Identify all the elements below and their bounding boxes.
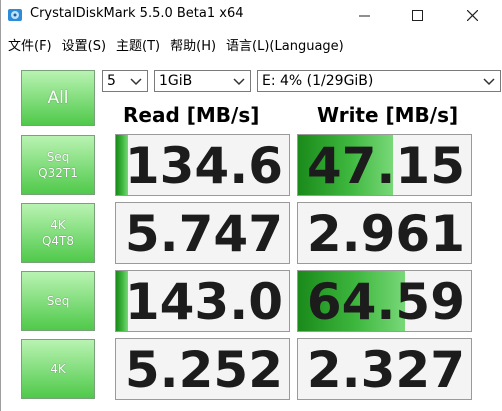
drive-value: E: 4% (1/29GiB) xyxy=(262,73,374,89)
chevron-down-icon xyxy=(483,78,495,86)
window-title: CrystalDiskMark 5.5.0 Beta1 x64 xyxy=(30,6,244,21)
close-button[interactable] xyxy=(449,0,495,31)
maximize-button[interactable] xyxy=(394,0,440,31)
read-result-value: 143.0 xyxy=(124,273,283,331)
menu-help[interactable]: 帮助(H) xyxy=(167,35,219,54)
read-result-cell: 5.747 xyxy=(115,202,290,264)
write-header: Write [MB/s] xyxy=(317,103,459,127)
row-label-line1: 4K xyxy=(50,362,66,376)
read-result-cell: 134.6 xyxy=(115,134,290,196)
maximize-icon xyxy=(411,10,423,21)
minimize-button[interactable] xyxy=(341,0,387,31)
write-result-value: 47.15 xyxy=(306,137,465,195)
test-count-select[interactable]: 5 xyxy=(102,70,148,92)
4k-q4t8-button[interactable]: 4K Q4T8 xyxy=(21,203,95,263)
benchmark-panel: All 5 1GiB E: 4% (1/29GiB) Read [MB/s] W… xyxy=(1,57,502,411)
title-bar[interactable]: CrystalDiskMark 5.5.0 Beta1 x64 xyxy=(1,0,502,31)
menu-settings[interactable]: 设置(S) xyxy=(59,35,109,54)
write-result-value: 64.59 xyxy=(306,273,465,331)
chevron-down-icon xyxy=(130,78,142,86)
seq-button[interactable]: Seq xyxy=(21,271,95,331)
write-result-cell: 2.327 xyxy=(297,338,472,400)
read-header: Read [MB/s] xyxy=(123,103,260,127)
disk-app-icon xyxy=(8,9,22,21)
4k-button[interactable]: 4K xyxy=(21,339,95,399)
test-size-select[interactable]: 1GiB xyxy=(154,70,251,92)
write-result-value: 2.961 xyxy=(306,205,465,263)
test-size-value: 1GiB xyxy=(159,73,193,89)
test-count-value: 5 xyxy=(107,73,116,89)
read-result-cell: 143.0 xyxy=(115,270,290,332)
write-result-value: 2.327 xyxy=(306,341,465,399)
read-result-value: 134.6 xyxy=(124,137,283,195)
row-label-line1: Seq xyxy=(46,150,70,164)
row-label-line1: 4K xyxy=(50,218,66,232)
app-window: CrystalDiskMark 5.5.0 Beta1 x64 文件(F) 设置… xyxy=(0,0,502,411)
drive-select[interactable]: E: 4% (1/29GiB) xyxy=(257,70,501,92)
write-result-cell: 64.59 xyxy=(297,270,472,332)
write-result-cell: 2.961 xyxy=(297,202,472,264)
menu-theme[interactable]: 主题(T) xyxy=(113,35,163,54)
menu-file[interactable]: 文件(F) xyxy=(5,35,55,54)
chevron-down-icon xyxy=(233,78,245,86)
menu-language[interactable]: 语言(L)(Language) xyxy=(223,35,347,54)
all-button[interactable]: All xyxy=(21,70,95,126)
row-label-line2: Q32T1 xyxy=(38,166,78,180)
row-label-line2: Q4T8 xyxy=(41,234,75,248)
read-result-value: 5.252 xyxy=(124,341,283,399)
seq-q32t1-button[interactable]: Seq Q32T1 xyxy=(21,135,95,195)
write-result-cell: 47.15 xyxy=(297,134,472,196)
minimize-icon xyxy=(358,15,370,17)
read-result-value: 5.747 xyxy=(124,205,283,263)
close-icon xyxy=(466,10,478,21)
row-label-line1: Seq xyxy=(46,294,70,308)
all-button-label: All xyxy=(47,88,69,108)
read-result-cell: 5.252 xyxy=(115,338,290,400)
menu-bar: 文件(F) 设置(S) 主题(T) 帮助(H) 语言(L)(Language) xyxy=(1,31,502,57)
